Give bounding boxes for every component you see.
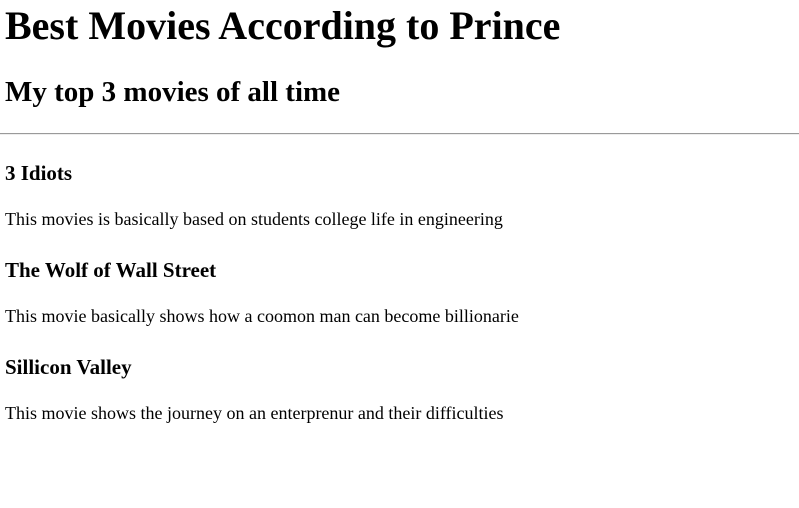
movie-list: 3 Idiots This movies is basically based …	[5, 161, 799, 452]
movie-description: This movie basically shows how a coomon …	[5, 306, 519, 326]
movie-description: This movie shows the journey on an enter…	[5, 403, 504, 423]
page-subtitle: My top 3 movies of all time	[5, 76, 341, 108]
page-content: Best Movies According to Prince My top 3…	[0, 0, 799, 452]
page-title: Best Movies According to Prince	[5, 3, 561, 48]
movie-title: 3 Idiots	[5, 161, 73, 185]
movie-title: Sillicon Valley	[5, 355, 132, 379]
movie-item: Sillicon Valley This movie shows the jou…	[5, 355, 799, 452]
movie-title: The Wolf of Wall Street	[5, 258, 217, 282]
movie-item: 3 Idiots This movies is basically based …	[5, 161, 799, 258]
movie-item: The Wolf of Wall Street This movie basic…	[5, 258, 799, 355]
movie-description: This movies is basically based on studen…	[5, 209, 503, 229]
section-divider	[0, 133, 799, 135]
